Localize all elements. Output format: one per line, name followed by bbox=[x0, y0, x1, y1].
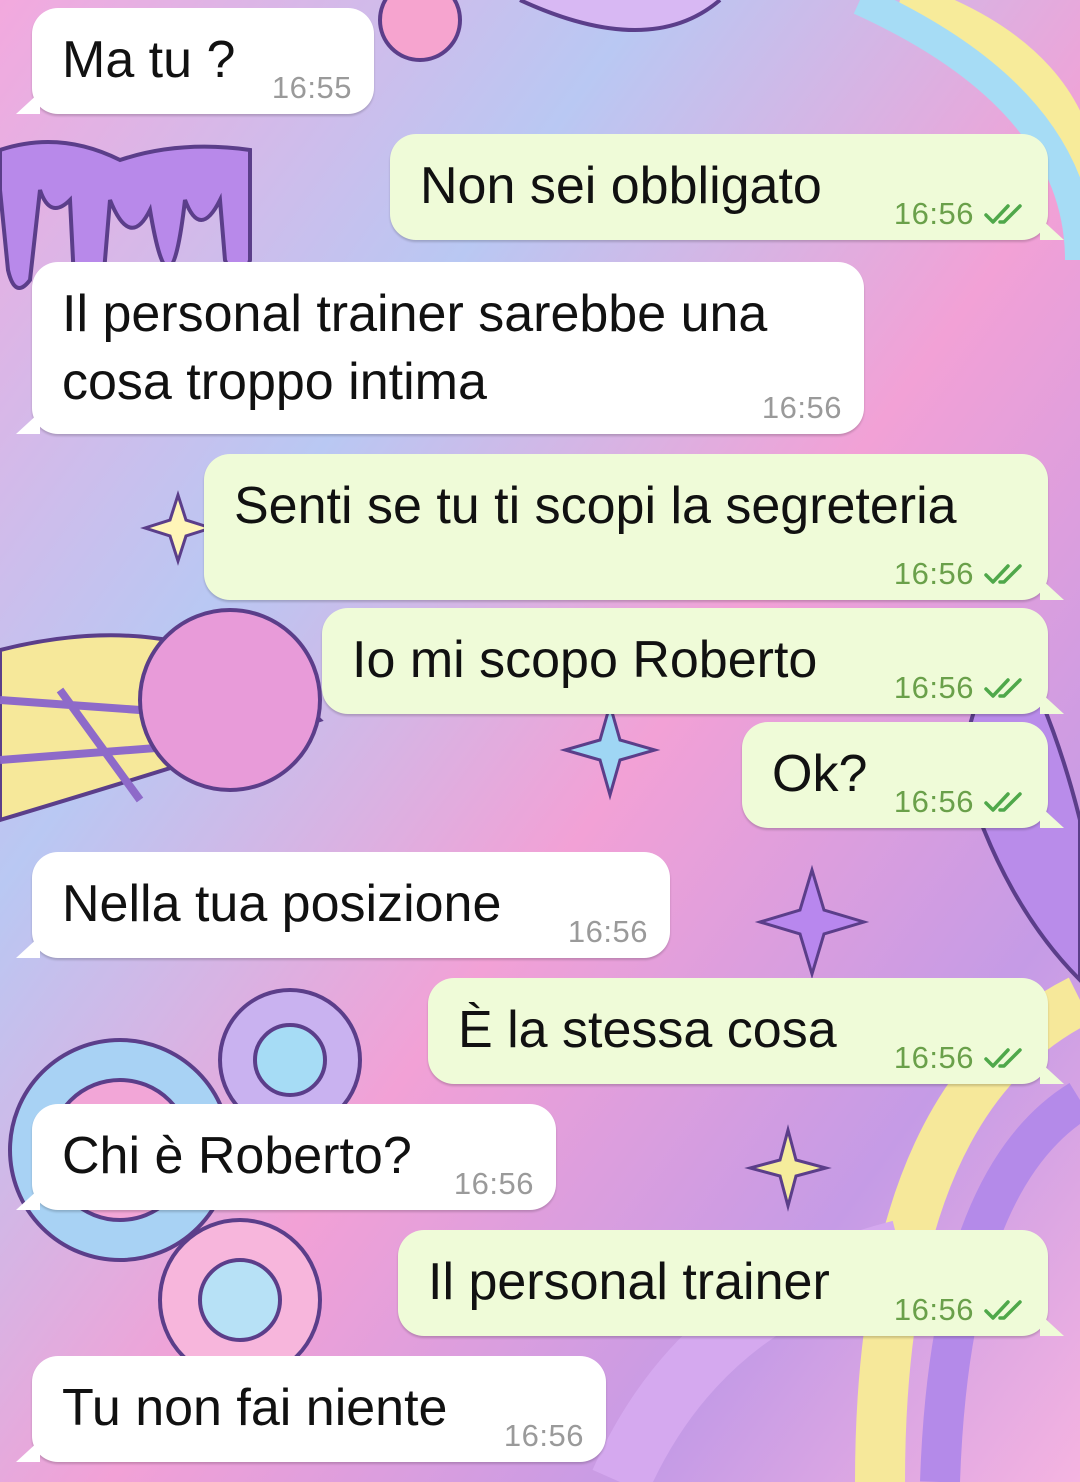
double-check-icon bbox=[984, 1046, 1030, 1070]
message-meta: 16:56 bbox=[504, 1418, 584, 1454]
message-text: Non sei obbligato bbox=[420, 157, 822, 215]
message-timestamp: 16:56 bbox=[453, 1166, 534, 1201]
chat-conversation: Ma tu ? 16:55 Non sei obbligato 16:56 Il per… bbox=[0, 0, 1080, 1482]
message-text: Io mi scopo Roberto bbox=[352, 631, 818, 689]
outgoing-message-bubble[interactable]: Il personal trainer 16:56 bbox=[398, 1230, 1064, 1336]
outgoing-message-bubble[interactable]: Io mi scopo Roberto 16:56 bbox=[322, 608, 1064, 714]
double-check-icon bbox=[984, 562, 1030, 586]
message-timestamp: 16:56 bbox=[893, 784, 974, 819]
incoming-message-bubble[interactable]: Il personal trainer sarebbe una cosa tro… bbox=[16, 262, 864, 434]
double-check-icon bbox=[984, 202, 1030, 226]
message-meta: 16:56 bbox=[894, 556, 1030, 592]
outgoing-message-bubble[interactable]: Ok? 16:56 bbox=[742, 722, 1064, 828]
outgoing-message-bubble[interactable]: Senti se tu ti scopi la segreteria 16:56 bbox=[204, 454, 1064, 600]
message-text: Senti se tu ti scopi la segreteria bbox=[234, 477, 957, 535]
incoming-message-bubble[interactable]: Tu non fai niente 16:56 bbox=[16, 1356, 606, 1462]
message-text: Ma tu ? bbox=[62, 31, 236, 89]
message-meta: 16:56 bbox=[762, 390, 842, 426]
message-meta: 16:56 bbox=[568, 914, 648, 950]
message-meta: 16:56 bbox=[894, 1292, 1030, 1328]
message-meta: 16:55 bbox=[272, 70, 352, 106]
incoming-message-bubble[interactable]: Chi è Roberto? 16:56 bbox=[16, 1104, 556, 1210]
message-timestamp: 16:56 bbox=[893, 1040, 974, 1075]
message-text: Il personal trainer bbox=[428, 1253, 830, 1311]
message-text: Chi è Roberto? bbox=[62, 1127, 412, 1185]
message-text: Nella tua posizione bbox=[62, 875, 502, 933]
message-timestamp: 16:55 bbox=[271, 70, 352, 105]
outgoing-message-bubble[interactable]: Non sei obbligato 16:56 bbox=[390, 134, 1064, 240]
message-timestamp: 16:56 bbox=[761, 390, 842, 425]
message-timestamp: 16:56 bbox=[503, 1418, 584, 1453]
double-check-icon bbox=[984, 1298, 1030, 1322]
message-text: Tu non fai niente bbox=[62, 1379, 448, 1437]
message-meta: 16:56 bbox=[894, 1040, 1030, 1076]
incoming-message-bubble[interactable]: Nella tua posizione 16:56 bbox=[16, 852, 670, 958]
message-text: È la stessa cosa bbox=[458, 1001, 837, 1059]
outgoing-message-bubble[interactable]: È la stessa cosa 16:56 bbox=[428, 978, 1064, 1084]
message-timestamp: 16:56 bbox=[893, 556, 974, 591]
incoming-message-bubble[interactable]: Ma tu ? 16:55 bbox=[16, 8, 374, 114]
message-timestamp: 16:56 bbox=[893, 1292, 974, 1327]
double-check-icon bbox=[984, 676, 1030, 700]
message-text: Il personal trainer sarebbe una cosa tro… bbox=[62, 285, 768, 411]
message-timestamp: 16:56 bbox=[893, 196, 974, 231]
double-check-icon bbox=[984, 790, 1030, 814]
message-timestamp: 16:56 bbox=[567, 914, 648, 949]
message-meta: 16:56 bbox=[894, 196, 1030, 232]
message-meta: 16:56 bbox=[894, 670, 1030, 706]
message-meta: 16:56 bbox=[894, 784, 1030, 820]
message-timestamp: 16:56 bbox=[893, 670, 974, 705]
message-meta: 16:56 bbox=[454, 1166, 534, 1202]
message-text: Ok? bbox=[772, 745, 868, 803]
